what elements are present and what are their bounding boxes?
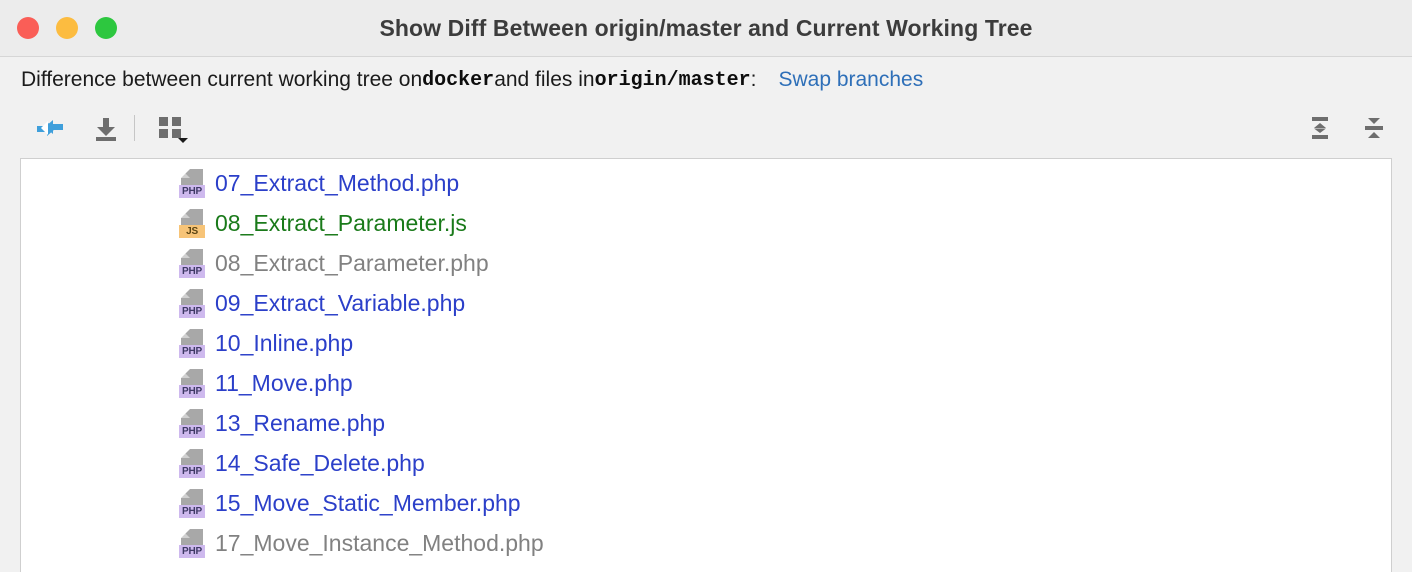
toolbar-left-group xyxy=(30,108,201,148)
list-item[interactable]: PHP 13_Rename.php xyxy=(21,403,1391,443)
list-item[interactable]: PHP 07_Extract_Method.php xyxy=(21,163,1391,203)
diff-description-bar: Difference between current working tree … xyxy=(0,57,1412,103)
download-button[interactable] xyxy=(86,108,126,148)
minimize-button[interactable] xyxy=(56,17,78,39)
file-type-badge: PHP xyxy=(179,545,205,558)
php-file-icon: PHP xyxy=(179,248,205,278)
file-name: 15_Move_Static_Member.php xyxy=(215,489,521,516)
php-file-icon: PHP xyxy=(179,488,205,518)
file-type-badge: PHP xyxy=(179,265,205,278)
list-item[interactable]: PHP 17_Move_Instance_Method.php xyxy=(21,523,1391,563)
title-bar: Show Diff Between origin/master and Curr… xyxy=(0,0,1412,57)
group-by-button[interactable] xyxy=(149,108,201,148)
grid-dropdown-icon xyxy=(156,113,194,143)
expand-all-button[interactable] xyxy=(1300,108,1340,148)
description-prefix: Difference between current working tree … xyxy=(21,68,423,91)
download-icon xyxy=(91,113,121,143)
close-button[interactable] xyxy=(17,17,39,39)
file-type-badge: PHP xyxy=(179,345,205,358)
php-file-icon: PHP xyxy=(179,528,205,558)
window-controls xyxy=(17,0,117,56)
file-type-badge: PHP xyxy=(179,305,205,318)
php-file-icon: PHP xyxy=(179,288,205,318)
list-item[interactable]: PHP 11_Move.php xyxy=(21,363,1391,403)
description-suffix: : xyxy=(750,68,757,91)
js-file-icon: JS xyxy=(179,208,205,238)
file-name: 14_Safe_Delete.php xyxy=(215,449,425,476)
php-file-icon: PHP xyxy=(179,168,205,198)
php-file-icon: PHP xyxy=(179,368,205,398)
swap-branches-link[interactable]: Swap branches xyxy=(778,68,923,92)
file-type-badge: PHP xyxy=(179,425,205,438)
toolbar-separator xyxy=(134,115,135,141)
file-name: 09_Extract_Variable.php xyxy=(215,289,466,316)
toolbar-right-group xyxy=(1300,108,1394,148)
changed-files-panel[interactable]: PHP 07_Extract_Method.php JS 08_Extract_Par… xyxy=(20,158,1392,572)
toolbar xyxy=(0,103,1412,153)
list-item[interactable]: PHP 09_Extract_Variable.php xyxy=(21,283,1391,323)
list-item[interactable]: PHP 08_Extract_Parameter.php xyxy=(21,243,1391,283)
file-name: 07_Extract_Method.php xyxy=(215,169,460,196)
file-name: 08_Extract_Parameter.js xyxy=(215,209,467,236)
list-item[interactable]: PHP 15_Move_Static_Member.php xyxy=(21,483,1391,523)
maximize-button[interactable] xyxy=(95,17,117,39)
description-middle: and files in xyxy=(494,68,595,91)
file-name: 17_Move_Instance_Method.php xyxy=(215,529,544,556)
file-type-badge: PHP xyxy=(179,505,205,518)
list-item[interactable]: PHP 14_Safe_Delete.php xyxy=(21,443,1391,483)
collapse-all-icon xyxy=(1359,113,1389,143)
window-title: Show Diff Between origin/master and Curr… xyxy=(379,14,1033,41)
file-type-badge: PHP xyxy=(179,385,205,398)
list-item[interactable]: PHP 10_Inline.php xyxy=(21,323,1391,363)
php-file-icon: PHP xyxy=(179,448,205,478)
list-item[interactable]: JS 08_Extract_Parameter.js xyxy=(21,203,1391,243)
php-file-icon: PHP xyxy=(179,408,205,438)
file-type-badge: JS xyxy=(179,225,205,238)
file-name: 08_Extract_Parameter.php xyxy=(215,249,489,276)
collapse-all-button[interactable] xyxy=(1354,108,1394,148)
php-file-icon: PHP xyxy=(179,328,205,358)
expand-all-icon xyxy=(1305,113,1335,143)
show-diff-button[interactable] xyxy=(30,108,70,148)
source-branch-label: docker xyxy=(422,68,495,92)
file-name: 11_Move.php xyxy=(215,369,353,396)
file-type-badge: PHP xyxy=(179,465,205,478)
compare-arrows-icon xyxy=(35,113,65,143)
changed-files-list: PHP 07_Extract_Method.php JS 08_Extract_Par… xyxy=(21,159,1391,563)
file-name: 10_Inline.php xyxy=(215,329,354,356)
diff-window: Show Diff Between origin/master and Curr… xyxy=(0,0,1412,572)
target-branch-label: origin/master xyxy=(594,68,751,92)
file-name: 13_Rename.php xyxy=(215,409,386,436)
file-type-badge: PHP xyxy=(179,185,205,198)
